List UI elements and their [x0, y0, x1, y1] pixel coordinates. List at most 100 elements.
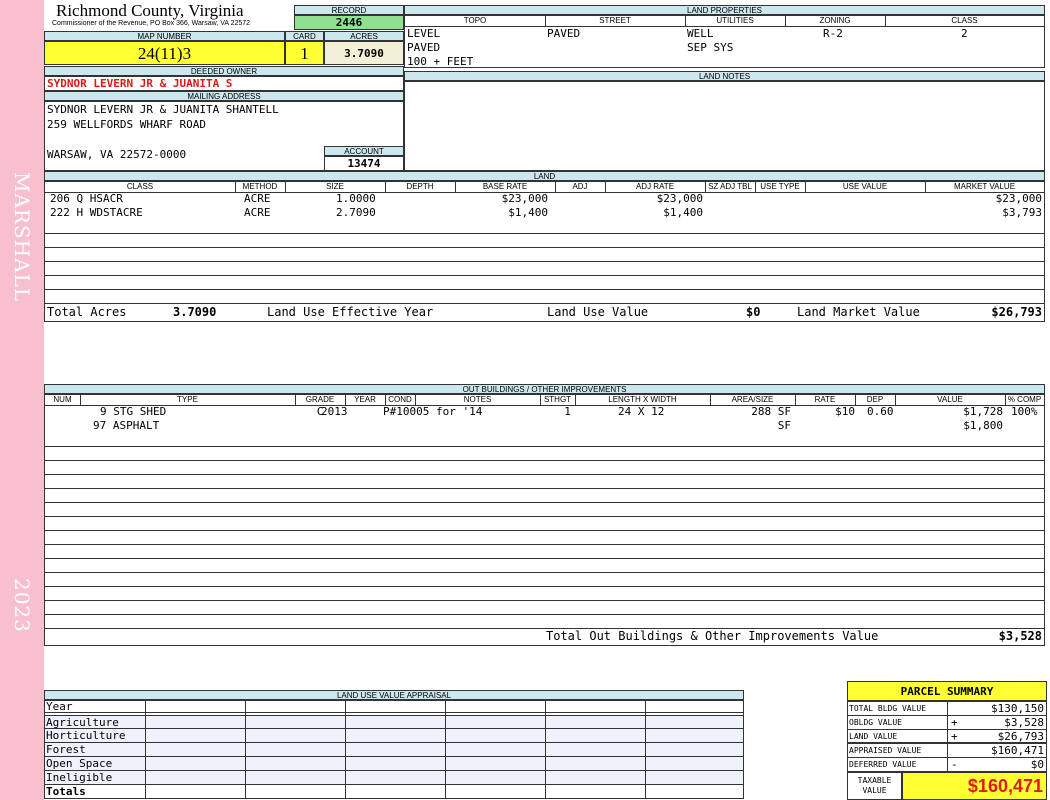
land-notes-header: LAND NOTES — [404, 71, 1045, 81]
outbuilding-row: 97 ASPHALT SF $1,800 — [45, 419, 1044, 433]
land-use-row-label: Forest — [46, 743, 86, 756]
grid-line — [45, 502, 1044, 503]
taxable-value: $160,471 — [902, 772, 1047, 800]
mailing-address: SYDNOR LEVERN JR & JUANITA SHANTELL 259 … — [47, 102, 279, 162]
ob-comp: 100% — [1011, 405, 1038, 418]
land-use-row: Totals — [45, 785, 743, 798]
map-number-header: MAP NUMBER — [44, 31, 285, 41]
grid-line — [45, 247, 1044, 248]
total-acres-label: Total Acres — [47, 305, 127, 319]
land-use-value-label: Land Use Value — [547, 305, 649, 319]
account-number: 13474 — [324, 156, 404, 171]
grid-line — [45, 614, 1044, 615]
acres-header: ACRES — [324, 31, 404, 41]
land-use-row: Horticulture — [45, 729, 743, 743]
land-use-row: Agriculture — [45, 715, 743, 729]
record-number: 2446 — [294, 15, 404, 30]
summary-value: $130,150 — [991, 702, 1044, 715]
grid-line — [45, 516, 1044, 517]
grid-line — [45, 600, 1044, 601]
neighborhood-label: MARSHALL — [10, 172, 34, 303]
ob-rate: $10 — [835, 405, 855, 418]
card-header: CARD — [285, 31, 324, 41]
land-use-row-label: Agriculture — [46, 716, 119, 729]
zoning-value: R-2 — [823, 27, 843, 40]
grid-line — [45, 474, 1044, 475]
utilities-column-header: UTILITIES — [685, 16, 786, 27]
acres-value: 3.7090 — [324, 41, 404, 65]
grid-line — [45, 303, 1044, 304]
ob-sthgt: 1 — [564, 405, 571, 418]
utility-value: SEP SYS — [687, 41, 734, 54]
land-use-appraisal-table: Year Agriculture Horticulture Forest Ope… — [44, 700, 744, 799]
land-market-value-total: $26,793 — [991, 305, 1042, 319]
topo-value: 100 + FEET — [407, 55, 474, 68]
land-row: 222 H WDSTACRE ACRE 2.7090 $1,400 $1,400… — [45, 206, 1044, 220]
record-header: RECORD — [294, 5, 404, 15]
land-use-row-label: Ineligible — [46, 771, 113, 784]
grid-line — [45, 275, 1044, 276]
taxable-label-line: TAXABLE — [857, 776, 892, 785]
grid-line — [645, 701, 646, 798]
mailing-line: 259 WELLFORDS WHARF ROAD — [47, 118, 206, 131]
land-market-value: $3,793 — [1002, 206, 1042, 219]
street-value: PAVED — [547, 27, 581, 40]
grid-line — [45, 530, 1044, 531]
land-market-value-label: Land Market Value — [797, 305, 920, 319]
land-use-row-label: Open Space — [46, 757, 113, 770]
class-value: 2 — [961, 27, 968, 40]
ob-type: 97 ASPHALT — [93, 419, 160, 432]
summary-label: OBLDG VALUE — [849, 718, 902, 727]
topo-value: LEVEL — [407, 27, 441, 40]
grid-line — [45, 289, 1044, 290]
mailing-line: WARSAW, VA 22572-0000 — [47, 148, 187, 161]
topo-value: PAVED — [407, 41, 441, 54]
land-use-totals-label: Totals — [46, 785, 86, 798]
land-method: ACRE — [244, 192, 271, 205]
utilities-values: WELL SEP SYS — [687, 27, 733, 55]
land-size: 1.0000 — [336, 192, 376, 205]
land-method: ACRE — [244, 206, 271, 219]
commissioner-address: Commissioner of the Revenue, PO Box 366,… — [52, 20, 251, 27]
grid-line — [45, 558, 1044, 559]
grid-line — [345, 701, 346, 798]
land-use-row: Open Space — [45, 757, 743, 771]
ob-type: 9 STG SHED — [100, 405, 167, 418]
grid-line — [947, 702, 948, 771]
ob-length-width: 24 X 12 — [618, 405, 665, 418]
parcel-summary-title: PARCEL SUMMARY — [847, 681, 1047, 701]
land-notes-area — [404, 81, 1045, 171]
summary-label: APPRAISED VALUE — [849, 746, 922, 755]
land-use-row: Ineligible — [45, 771, 743, 785]
grid-line — [445, 701, 446, 798]
grid-line — [45, 233, 1044, 234]
ob-value: $1,728 — [963, 405, 1003, 418]
land-size: 2.7090 — [336, 206, 376, 219]
land-properties-header: LAND PROPERTIES — [404, 5, 1045, 15]
parcel-summary-table: TOTAL BLDG VALUE $130,150 OBLDG VALUE + … — [847, 701, 1047, 772]
sidebar: MARSHALL 2023 — [0, 0, 44, 800]
land-properties-panel: TOPO STREET UTILITIES ZONING CLASS LEVEL… — [404, 15, 1045, 68]
outbuildings-header: OUT BUILDINGS / OTHER IMPROVEMENTS — [44, 384, 1045, 394]
grid-line — [45, 446, 1044, 447]
grid-line — [545, 701, 546, 798]
grid-line — [45, 586, 1044, 587]
land-adj-rate: $23,000 — [656, 192, 703, 205]
land-market-value: $23,000 — [995, 192, 1042, 205]
topo-values: LEVEL PAVED 100 + FEET — [407, 27, 473, 69]
land-use-row-label: Year — [46, 700, 73, 713]
land-use-value: $0 — [746, 305, 761, 319]
land-adj-rate: $1,400 — [663, 206, 703, 219]
grid-line — [45, 572, 1044, 573]
summary-label: TOTAL BLDG VALUE — [849, 704, 927, 713]
grid-line — [45, 488, 1044, 489]
land-use-effective-year-label: Land Use Effective Year — [267, 305, 434, 319]
zoning-column-header: ZONING — [785, 16, 886, 27]
summary-label: LAND VALUE — [849, 732, 898, 741]
deeded-owner-name: SYDNOR LEVERN JR & JUANITA S — [44, 76, 404, 91]
deeded-owner-header: DEEDED OWNER — [44, 66, 404, 76]
land-use-row: Year — [45, 701, 743, 713]
land-use-row: Forest — [45, 743, 743, 757]
class-column-header: CLASS — [885, 16, 1044, 27]
grid-line — [45, 261, 1044, 262]
